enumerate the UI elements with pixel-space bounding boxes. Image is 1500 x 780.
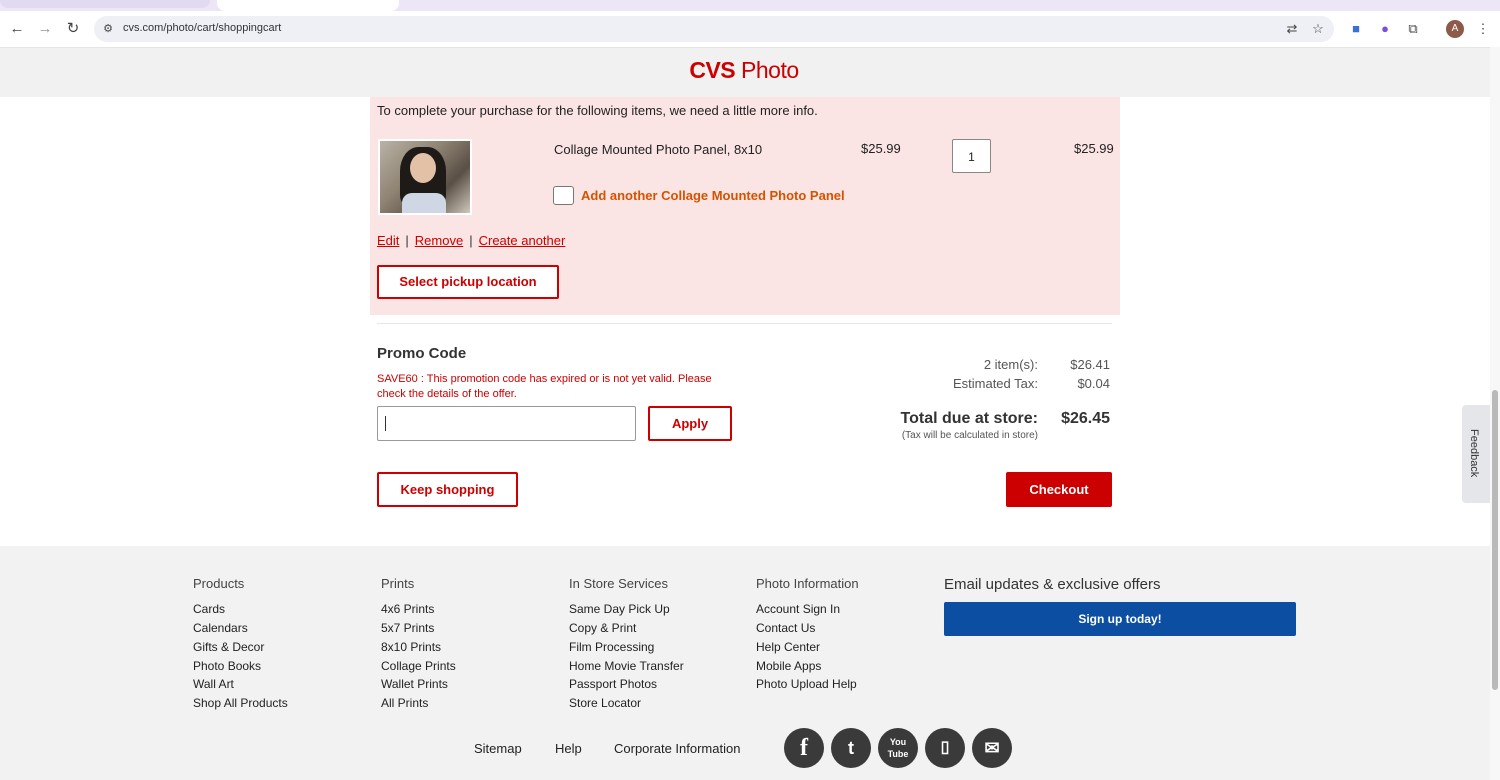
menu-kebab-icon[interactable]: ⋮ — [1474, 20, 1492, 38]
create-another-link[interactable]: Create another — [479, 233, 566, 248]
tax-value: $0.04 — [1077, 376, 1110, 391]
product-price: $25.99 — [861, 141, 901, 156]
footer-link[interactable]: Collage Prints — [381, 659, 456, 673]
promo-code-input[interactable] — [377, 406, 636, 441]
feedback-tab[interactable]: Feedback — [1462, 405, 1490, 503]
email-updates-heading: Email updates & exclusive offers — [944, 576, 1161, 593]
footer-link[interactable]: Film Processing — [569, 640, 654, 654]
extensions-puzzle-icon[interactable]: ⧉ — [1404, 20, 1422, 38]
apply-button[interactable]: Apply — [648, 406, 732, 441]
footer-link[interactable]: All Prints — [381, 696, 428, 710]
add-another-label[interactable]: Add another Collage Mounted Photo Panel — [581, 188, 845, 203]
tax-note: (Tax will be calculated in store) — [901, 430, 1038, 441]
browser-tab-active[interactable] — [217, 0, 399, 11]
footer-link[interactable]: Mobile Apps — [756, 659, 821, 673]
edit-link[interactable]: Edit — [377, 233, 399, 248]
thumbnail-face — [410, 153, 436, 183]
back-icon[interactable]: ← — [6, 19, 28, 39]
product-thumbnail[interactable] — [378, 139, 472, 215]
footer-heading-photo-information: Photo Information — [756, 576, 859, 591]
total-label: Total due at store: — [900, 410, 1039, 427]
sitemap-link[interactable]: Sitemap — [474, 741, 522, 756]
scrollbar-thumb[interactable] — [1492, 390, 1498, 690]
divider — [377, 323, 1112, 324]
promo-code-title: Promo Code — [377, 345, 467, 362]
translate-icon[interactable]: ⇄ — [1283, 20, 1301, 38]
footer-heading-in-store-services: In Store Services — [569, 576, 668, 591]
promo-error-message: SAVE60 : This promotion code has expired… — [377, 373, 712, 400]
footer-link[interactable]: Cards — [193, 602, 225, 616]
info-message: To complete your purchase for the follow… — [377, 103, 818, 118]
extension-icon-2[interactable]: ● — [1376, 20, 1394, 38]
logo-product: Photo — [741, 57, 799, 83]
youtube-icon[interactable]: You Tube — [878, 728, 918, 768]
reload-icon[interactable]: ↻ — [62, 19, 84, 39]
footer-link[interactable]: Account Sign In — [756, 602, 840, 616]
email-icon[interactable]: ✉ — [972, 728, 1012, 768]
items-count-label: 2 item(s): — [983, 357, 1038, 372]
footer-link[interactable]: 8x10 Prints — [381, 640, 441, 654]
footer-link[interactable]: Help Center — [756, 640, 820, 654]
footer-link[interactable]: Photo Upload Help — [756, 677, 857, 691]
footer-link[interactable]: Shop All Products — [193, 696, 288, 710]
footer-link[interactable]: Passport Photos — [569, 677, 657, 691]
logo-brand: CVS — [689, 57, 736, 83]
site-info-icon[interactable]: ⚙ — [99, 20, 117, 38]
item-actions: Edit | Remove | Create another — [377, 233, 565, 248]
text-caret — [385, 416, 386, 431]
footer-heading-prints: Prints — [381, 576, 415, 591]
forward-icon[interactable]: → — [34, 19, 56, 39]
add-another-checkbox[interactable] — [553, 186, 574, 205]
corporate-information-link[interactable]: Corporate Information — [614, 741, 740, 756]
footer-link[interactable]: Gifts & Decor — [193, 640, 264, 654]
remove-link[interactable]: Remove — [415, 233, 463, 248]
quantity-input[interactable]: 1 — [952, 139, 991, 173]
footer-link[interactable]: Photo Books — [193, 659, 261, 673]
keep-shopping-button[interactable]: Keep shopping — [377, 472, 518, 507]
sign-up-button[interactable]: Sign up today! — [944, 602, 1296, 636]
extension-icon[interactable]: ■ — [1347, 20, 1365, 38]
footer-link[interactable]: Home Movie Transfer — [569, 659, 684, 673]
mobile-icon[interactable]: ▯ — [925, 728, 965, 768]
footer-link[interactable]: Copy & Print — [569, 621, 636, 635]
separator: | — [469, 233, 473, 248]
help-link[interactable]: Help — [555, 741, 582, 756]
line-total: $25.99 — [1074, 141, 1114, 156]
checkout-button[interactable]: Checkout — [1006, 472, 1112, 507]
facebook-icon[interactable]: f — [784, 728, 824, 768]
select-pickup-location-button[interactable]: Select pickup location — [377, 265, 559, 299]
items-subtotal: $26.41 — [1070, 357, 1110, 372]
total-value: $26.45 — [1061, 410, 1110, 427]
footer-link[interactable]: Wallet Prints — [381, 677, 448, 691]
thumbnail-shirt — [402, 193, 446, 213]
footer-link[interactable]: Wall Art — [193, 677, 234, 691]
footer-link[interactable]: 5x7 Prints — [381, 621, 434, 635]
footer-link[interactable]: Contact Us — [756, 621, 815, 635]
footer-link[interactable]: 4x6 Prints — [381, 602, 434, 616]
profile-avatar[interactable]: A — [1446, 20, 1464, 38]
cvs-photo-logo[interactable]: CVS Photo — [0, 57, 1488, 84]
footer-heading-products: Products — [193, 576, 245, 591]
browser-tab-inactive[interactable] — [0, 0, 210, 8]
url-text: cvs.com/photo/cart/shoppingcart — [123, 22, 282, 34]
tax-label: Estimated Tax: — [952, 376, 1038, 391]
bookmark-star-icon[interactable]: ☆ — [1309, 20, 1327, 38]
separator: | — [405, 233, 409, 248]
product-name: Collage Mounted Photo Panel, 8x10 — [554, 142, 763, 157]
footer-link[interactable]: Store Locator — [569, 696, 641, 710]
twitter-icon[interactable]: t — [831, 728, 871, 768]
footer-link[interactable]: Calendars — [193, 621, 248, 635]
feedback-label: Feedback — [1468, 429, 1480, 478]
footer-link[interactable]: Same Day Pick Up — [569, 602, 670, 616]
